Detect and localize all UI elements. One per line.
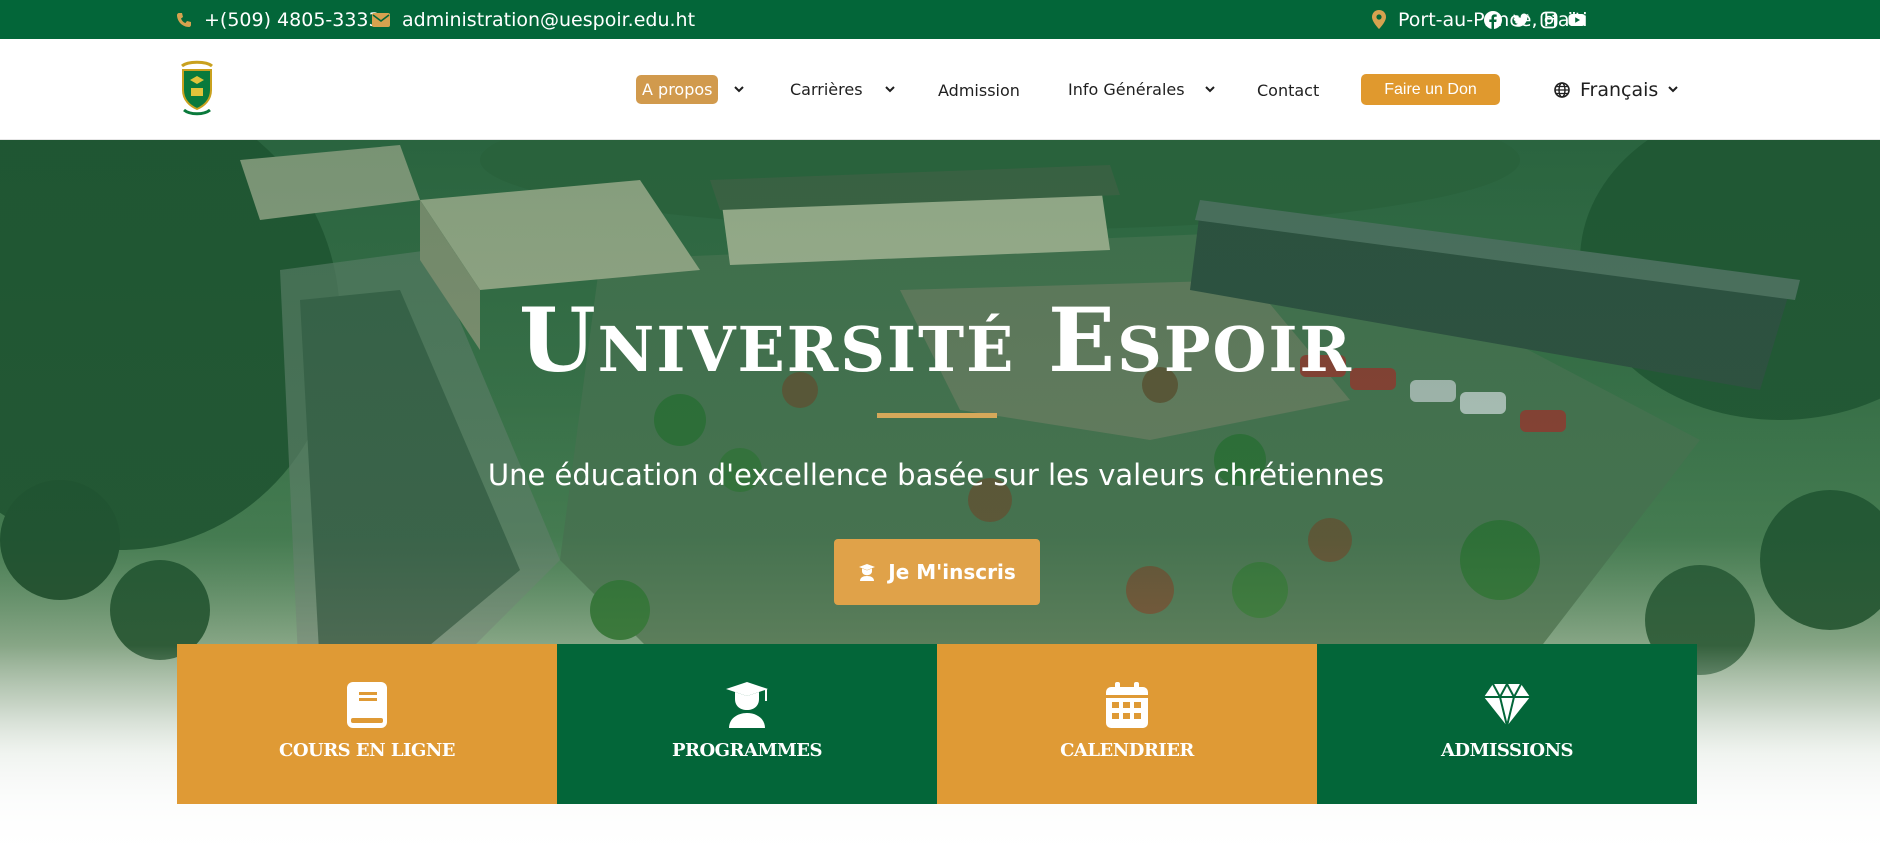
chevron-down-icon (734, 86, 745, 93)
university-logo[interactable] (178, 60, 216, 116)
hero-title: Université Espoir (518, 288, 1354, 392)
chevron-down-icon (1204, 86, 1215, 93)
main-header: A propos Carrières Admission Info Généra… (0, 39, 1880, 140)
tile-admissions[interactable]: ADMISSIONS (1317, 644, 1697, 804)
social-links (1484, 0, 1586, 39)
title-divider (877, 413, 997, 418)
envelope-icon (372, 12, 390, 27)
language-selector[interactable]: Français (1554, 39, 1679, 140)
tile-label: COURS EN LIGNE (279, 740, 456, 761)
map-marker-icon (1372, 10, 1386, 29)
globe-icon (1554, 81, 1570, 98)
chevron-down-icon (1668, 86, 1679, 93)
nav-admission[interactable]: Admission (938, 40, 1020, 141)
hero-subtitle: Une éducation d'excellence basée sur les… (487, 458, 1385, 492)
top-bar: +(509) 4805-3333 administration@uespoir.… (0, 0, 1880, 39)
nav-apropos-label: A propos (636, 75, 719, 104)
nav-admission-label: Admission (938, 81, 1020, 100)
tile-label: CALENDRIER (1060, 740, 1194, 761)
quick-links: COURS EN LIGNE PROGRAMMES CALENDRIER ADM… (177, 644, 1697, 804)
signup-label: Je M'inscris (888, 560, 1016, 584)
tile-programmes[interactable]: PROGRAMMES (557, 644, 937, 804)
signup-button[interactable]: Je M'inscris (834, 539, 1040, 605)
nav-apropos[interactable]: A propos (636, 39, 745, 140)
phone-number: +(509) 4805-3333 (204, 8, 381, 31)
youtube-icon[interactable] (1568, 11, 1586, 29)
twitter-icon[interactable] (1512, 11, 1530, 29)
tile-label: ADMISSIONS (1440, 740, 1574, 761)
graduate-icon (858, 563, 876, 581)
nav-contact-label: Contact (1257, 81, 1320, 100)
tile-calendrier[interactable]: CALENDRIER (937, 644, 1317, 804)
top-bar-email[interactable]: administration@uespoir.edu.ht (372, 0, 695, 39)
nav-info-label: Info Générales (1068, 80, 1185, 99)
tile-cours-en-ligne[interactable]: COURS EN LIGNE (177, 644, 557, 804)
facebook-icon[interactable] (1484, 10, 1502, 29)
language-label: Français (1580, 78, 1659, 101)
donate-button[interactable]: Faire un Don (1361, 74, 1500, 105)
chevron-down-icon (884, 86, 895, 93)
nav-contact[interactable]: Contact (1257, 40, 1319, 141)
hero-section: Université Espoir Une éducation d'excell… (0, 140, 1880, 862)
instagram-icon[interactable] (1540, 11, 1558, 29)
nav-carrieres-label: Carrières (790, 80, 863, 99)
nav-info-generales[interactable]: Info Générales (1068, 39, 1215, 140)
diamond-icon (1484, 682, 1530, 728)
calendar-icon (1106, 682, 1148, 728)
graduate-icon (726, 682, 768, 728)
nav-carrieres[interactable]: Carrières (790, 39, 895, 140)
top-bar-phone[interactable]: +(509) 4805-3333 (176, 0, 381, 39)
book-icon (347, 682, 387, 728)
phone-icon (176, 12, 192, 28)
tile-label: PROGRAMMES (671, 740, 823, 761)
email-address: administration@uespoir.edu.ht (402, 8, 696, 31)
